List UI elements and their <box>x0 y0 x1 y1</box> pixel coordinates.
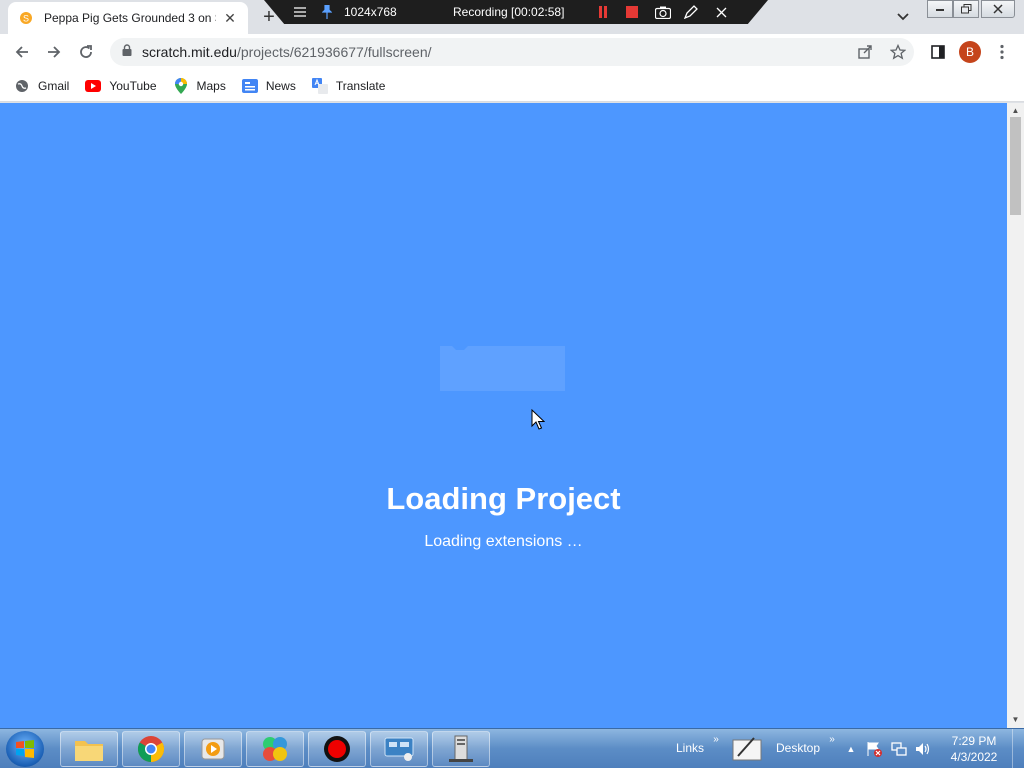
back-button[interactable] <box>10 40 34 64</box>
restore-button[interactable] <box>953 0 979 18</box>
links-toolbar-label[interactable]: Links <box>676 741 704 755</box>
recorder-close-icon[interactable] <box>716 4 727 20</box>
bookmark-news[interactable]: News <box>241 78 296 94</box>
share-icon[interactable] <box>853 40 877 64</box>
scratch-loading-block-icon <box>440 346 565 391</box>
colorful-app-icon <box>263 737 287 761</box>
window-close-button[interactable] <box>981 0 1015 18</box>
bookmark-label: YouTube <box>109 78 157 93</box>
desktop-chevron-icon[interactable]: » <box>824 731 840 747</box>
minimize-button[interactable] <box>927 0 953 18</box>
lock-icon[interactable] <box>122 43 132 61</box>
server-icon <box>449 735 473 762</box>
svg-text:S: S <box>23 14 29 24</box>
bookmark-star-icon[interactable] <box>886 40 910 64</box>
media-player-icon <box>201 738 225 760</box>
bookmark-label: Maps <box>196 78 226 93</box>
network-icon[interactable] <box>891 741 907 757</box>
tab-search-chevron-icon[interactable] <box>892 8 914 26</box>
pin-icon[interactable] <box>322 4 332 20</box>
url-text: scratch.mit.edu/projects/621936677/fulls… <box>142 44 432 60</box>
vertical-scrollbar[interactable]: ▲ ▼ <box>1007 103 1024 728</box>
pencil-icon[interactable] <box>684 4 698 20</box>
bookmark-youtube[interactable]: YouTube <box>85 78 157 94</box>
action-center-flag-icon[interactable] <box>866 741 882 757</box>
taskbar-media-player[interactable] <box>184 731 242 767</box>
desktop-toolbar-label[interactable]: Desktop <box>776 741 820 755</box>
translate-icon <box>311 77 328 94</box>
recording-resolution: 1024x768 <box>344 5 397 19</box>
bookmark-label: News <box>265 78 296 93</box>
globe-icon <box>14 78 30 94</box>
bookmarks-bar: Gmail YouTube Maps News Translate <box>0 70 1024 102</box>
bookmark-label: Gmail <box>38 78 70 93</box>
control-panel-icon <box>384 737 414 761</box>
taskbar-server-app[interactable] <box>432 731 490 767</box>
browser-toolbar: scratch.mit.edu/projects/621936677/fulls… <box>0 34 1024 70</box>
url-path: /projects/621936677/fullscreen/ <box>236 44 432 60</box>
pause-icon[interactable] <box>598 4 608 20</box>
show-hidden-icons-icon[interactable]: ▲ <box>843 741 859 757</box>
taskbar-file-explorer[interactable] <box>60 731 118 767</box>
bookmark-label: Translate <box>335 78 386 93</box>
scrollbar-thumb[interactable] <box>1010 117 1021 215</box>
side-panel-icon[interactable] <box>926 40 950 64</box>
camera-icon[interactable] <box>655 4 671 20</box>
taskbar-recorder[interactable] <box>308 731 366 767</box>
scratch-favicon-icon: S <box>18 10 34 26</box>
address-bar[interactable]: scratch.mit.edu/projects/621936677/fulls… <box>110 38 914 66</box>
windows-taskbar: Links » Desktop » ▲ 7:29 PM 4/3/2022 <box>0 728 1024 768</box>
mouse-cursor-icon <box>531 409 545 430</box>
bookmark-maps[interactable]: Maps <box>173 77 226 94</box>
clock-time: 7:29 PM <box>951 734 997 748</box>
screen-recorder-bar: 1024x768 Recording [00:02:58] <box>264 0 768 24</box>
windows-logo-icon <box>16 740 34 758</box>
tab-close-icon[interactable]: ✕ <box>222 10 238 26</box>
start-button[interactable] <box>6 731 44 767</box>
volume-icon[interactable] <box>915 741 931 757</box>
desktop-toolbar-icon[interactable] <box>732 733 762 763</box>
folder-icon <box>75 741 103 761</box>
reload-button[interactable] <box>74 40 98 64</box>
taskbar-color-app[interactable] <box>246 731 304 767</box>
maps-pin-icon <box>173 77 189 94</box>
taskbar-control-panel[interactable] <box>370 731 428 767</box>
scroll-down-arrow-icon[interactable]: ▼ <box>1011 715 1020 724</box>
system-clock[interactable]: 7:29 PM 4/3/2022 <box>944 733 1004 765</box>
browser-tab[interactable]: S Peppa Pig Gets Grounded 3 on Scratch ✕ <box>8 2 248 34</box>
taskbar-chrome[interactable] <box>122 731 180 767</box>
menu-icon[interactable] <box>294 4 306 20</box>
stop-icon[interactable] <box>626 4 638 20</box>
more-menu-icon[interactable] <box>990 40 1014 64</box>
links-chevron-icon[interactable]: » <box>708 731 724 747</box>
tab-title: Peppa Pig Gets Grounded 3 on Scratch <box>44 11 216 25</box>
record-icon <box>324 736 350 762</box>
url-host: scratch.mit.edu <box>142 44 237 60</box>
bookmark-translate[interactable]: Translate <box>311 77 386 94</box>
news-icon <box>241 78 258 94</box>
forward-button[interactable] <box>42 40 66 64</box>
recording-status: Recording [00:02:58] <box>453 5 565 19</box>
loading-title: Loading Project <box>386 481 621 516</box>
clock-date: 4/3/2022 <box>950 750 998 764</box>
loading-status: Loading extensions … <box>424 533 583 550</box>
youtube-icon <box>85 78 102 94</box>
scratch-loading-screen: Loading Project Loading extensions … <box>0 103 1007 728</box>
profile-avatar[interactable]: B <box>959 41 981 63</box>
chrome-icon <box>137 736 165 763</box>
scroll-up-arrow-icon[interactable]: ▲ <box>1011 106 1020 115</box>
show-desktop-button[interactable] <box>1012 729 1024 768</box>
bookmark-gmail[interactable]: Gmail <box>14 78 69 94</box>
